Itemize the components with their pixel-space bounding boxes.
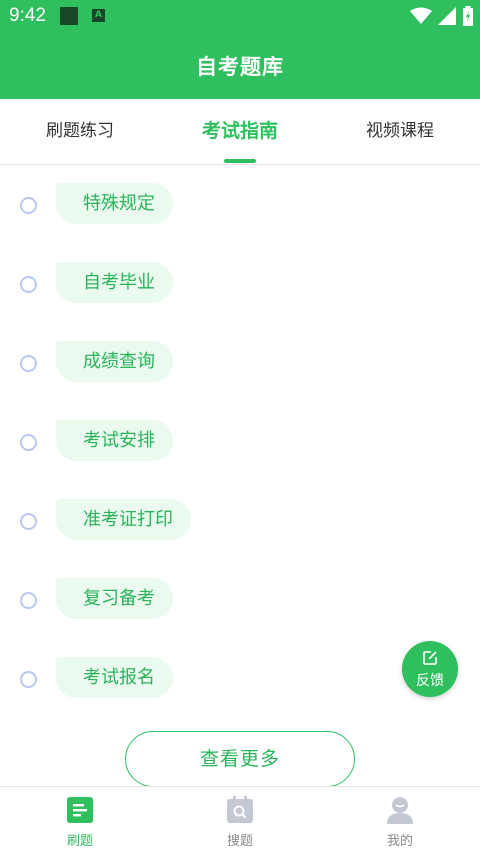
list-item[interactable]: 特殊规定 — [0, 165, 480, 225]
app-bar: 自考题库 — [0, 34, 480, 99]
feedback-button[interactable]: 反馈 — [402, 641, 458, 697]
nav-item-search[interactable]: 搜题 — [160, 787, 320, 853]
tab-video-courses[interactable]: 视频课程 — [320, 99, 480, 165]
nav-item-profile[interactable]: 我的 — [320, 787, 480, 853]
document-icon — [67, 797, 93, 823]
bottom-nav: 刷题 搜题 我的 — [0, 786, 480, 853]
view-more-button[interactable]: 查看更多 — [125, 731, 355, 787]
radio-circle-icon — [20, 276, 37, 293]
list-item[interactable]: 准考证打印 — [0, 481, 480, 541]
list-item[interactable]: 考试安排 — [0, 402, 480, 462]
wifi-icon — [410, 7, 432, 24]
radio-circle-icon — [20, 434, 37, 451]
list-item-label[interactable]: 复习备考 — [56, 578, 173, 619]
radio-circle-icon — [20, 671, 37, 688]
status-bar: 9:42 A — [0, 0, 480, 34]
search-calendar-icon — [227, 796, 253, 823]
nav-item-practice[interactable]: 刷题 — [0, 787, 160, 853]
list-item-label[interactable]: 成绩查询 — [56, 341, 173, 382]
edit-icon — [423, 651, 437, 665]
list-item-label[interactable]: 考试安排 — [56, 420, 173, 461]
feedback-label: 反馈 — [416, 673, 444, 689]
radio-circle-icon — [20, 513, 37, 530]
list-item-label[interactable]: 考试报名 — [56, 657, 173, 698]
tab-exam-guide[interactable]: 考试指南 — [160, 99, 320, 165]
list-item[interactable]: 复习备考 — [0, 560, 480, 620]
status-time: 9:42 — [9, 5, 46, 26]
battery-icon — [463, 6, 473, 26]
list-item-label[interactable]: 自考毕业 — [56, 262, 173, 303]
page-title: 自考题库 — [196, 55, 284, 79]
notification-square-icon — [60, 7, 78, 25]
notification-app-icon: A — [92, 9, 105, 22]
tab-bar: 刷题练习 考试指南 视频课程 — [0, 99, 480, 165]
radio-circle-icon — [20, 355, 37, 372]
status-icons — [410, 6, 474, 26]
radio-circle-icon — [20, 592, 37, 609]
nav-label: 刷题 — [66, 834, 93, 849]
tab-practice[interactable]: 刷题练习 — [0, 99, 160, 165]
radio-circle-icon — [20, 197, 37, 214]
list-item-label[interactable]: 特殊规定 — [56, 183, 173, 224]
list-item-label[interactable]: 准考证打印 — [56, 499, 191, 540]
nav-label: 我的 — [386, 834, 413, 849]
user-icon — [387, 797, 413, 824]
nav-label: 搜题 — [226, 834, 253, 849]
list-item[interactable]: 自考毕业 — [0, 244, 480, 304]
signal-icon — [438, 7, 456, 25]
list-item[interactable]: 成绩查询 — [0, 323, 480, 383]
tab-indicator — [224, 159, 256, 163]
